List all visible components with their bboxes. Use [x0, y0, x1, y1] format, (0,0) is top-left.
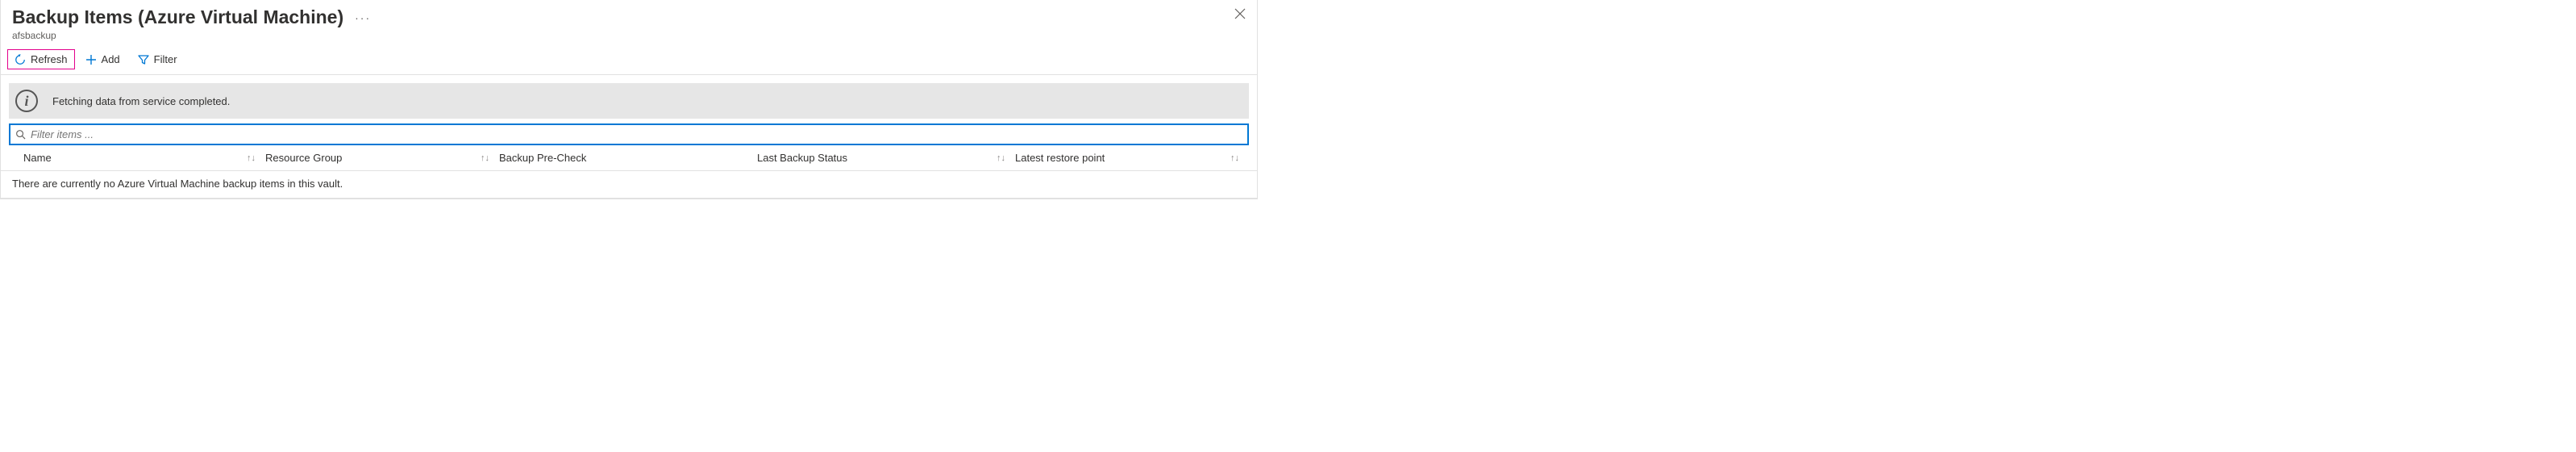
plus-icon	[85, 54, 97, 65]
column-laststatus-label: Last Backup Status	[757, 152, 847, 164]
sort-icon: ↑↓	[247, 153, 265, 163]
column-name[interactable]: Name ↑↓	[23, 152, 265, 164]
column-resource-group[interactable]: Resource Group ↑↓	[265, 152, 499, 164]
blade-header: Backup Items (Azure Virtual Machine) ···…	[1, 0, 1257, 44]
info-icon: i	[15, 90, 38, 112]
close-icon	[1234, 8, 1246, 19]
column-name-label: Name	[23, 152, 52, 164]
column-restore-point[interactable]: Latest restore point ↑↓	[1015, 152, 1249, 164]
page-subtitle: afsbackup	[12, 30, 1246, 41]
title-row: Backup Items (Azure Virtual Machine) ···	[12, 6, 1246, 28]
column-precheck-label: Backup Pre-Check	[499, 152, 586, 164]
column-pre-check[interactable]: Backup Pre-Check	[499, 152, 757, 164]
backup-items-blade: Backup Items (Azure Virtual Machine) ···…	[0, 0, 1258, 199]
refresh-icon	[15, 54, 26, 65]
command-bar: Refresh Add Filter	[1, 44, 1257, 75]
filter-input[interactable]	[31, 127, 1242, 142]
page-title: Backup Items (Azure Virtual Machine)	[12, 6, 343, 28]
sort-icon: ↑↓	[1230, 153, 1249, 163]
filter-box[interactable]	[9, 123, 1249, 145]
close-button[interactable]	[1234, 8, 1246, 19]
more-button[interactable]: ···	[355, 11, 371, 24]
search-icon	[15, 129, 26, 140]
info-message: Fetching data from service completed.	[52, 95, 230, 107]
info-bar: i Fetching data from service completed.	[9, 83, 1249, 119]
sort-icon: ↑↓	[997, 153, 1015, 163]
filter-label: Filter	[154, 53, 177, 65]
add-label: Add	[102, 53, 120, 65]
filter-button[interactable]: Filter	[131, 49, 185, 69]
refresh-label: Refresh	[31, 53, 68, 65]
column-restorepoint-label: Latest restore point	[1015, 152, 1105, 164]
table-header: Name ↑↓ Resource Group ↑↓ Backup Pre-Che…	[1, 145, 1257, 171]
funnel-icon	[138, 54, 149, 65]
column-last-status[interactable]: Last Backup Status ↑↓	[757, 152, 1015, 164]
add-button[interactable]: Add	[78, 49, 127, 69]
sort-icon: ↑↓	[481, 153, 499, 163]
column-rg-label: Resource Group	[265, 152, 342, 164]
refresh-button[interactable]: Refresh	[7, 49, 75, 69]
empty-state: There are currently no Azure Virtual Mac…	[1, 171, 1257, 199]
